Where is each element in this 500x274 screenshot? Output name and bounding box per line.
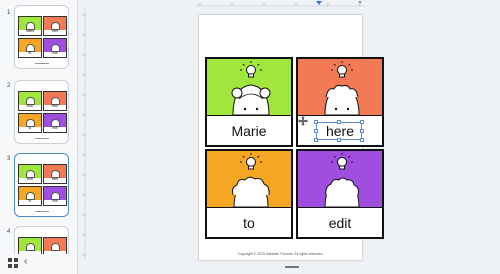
lightbulb-curly-hair-illustration	[232, 153, 270, 207]
grid-view-icon[interactable]	[8, 258, 18, 268]
thumb-card: to	[18, 38, 42, 58]
card-word[interactable]: here	[298, 116, 382, 145]
lightbulb-icon	[331, 61, 353, 78]
chevron-left-icon[interactable]: ‹	[24, 256, 27, 268]
thumb-card: click	[18, 91, 42, 111]
thumbnail-preview[interactable]	[14, 226, 69, 254]
page-number: 2	[7, 83, 11, 89]
thumb-footer-line	[35, 211, 49, 212]
thumb-card: to	[18, 113, 42, 133]
page-thumbnail-3[interactable]: 3 click here to edit	[0, 153, 78, 221]
page-number: 1	[7, 10, 11, 16]
thumbnail-preview[interactable]: click here to edit	[14, 80, 69, 144]
lightbulb-girl-illustration	[231, 61, 271, 115]
thumb-footer-line	[35, 63, 49, 64]
indent-marker-icon[interactable]	[316, 1, 322, 5]
thumb-card: to	[18, 186, 42, 206]
flashcard[interactable]: Marie	[205, 57, 293, 147]
page-thumbnail-sidebar: 1 Marie here to edit 2 click here to edi…	[0, 0, 78, 274]
lightbulb-icon	[240, 153, 262, 170]
card-word[interactable]: to	[207, 208, 291, 237]
card-word-area[interactable]: edit	[298, 207, 382, 237]
thumb-card	[43, 237, 67, 254]
flashcard[interactable]: to	[205, 149, 293, 239]
thumb-card: edit	[43, 113, 67, 133]
thumb-card: edit	[43, 38, 67, 58]
card-word-area[interactable]: here	[298, 115, 382, 145]
thumb-card: here	[43, 164, 67, 184]
flashcard[interactable]: here	[296, 57, 384, 147]
sidebar-controls: ‹	[0, 254, 78, 274]
thumb-card: here	[43, 16, 67, 36]
flashcard[interactable]: edit	[296, 149, 384, 239]
thumb-card	[18, 237, 42, 254]
page-thumbnail-4[interactable]: 4	[0, 226, 78, 254]
card-word[interactable]: edit	[298, 208, 382, 237]
page-indicator	[285, 266, 299, 268]
thumb-card: edit	[43, 186, 67, 206]
lightbulb-icon	[240, 61, 262, 78]
thumb-card: click	[18, 164, 42, 184]
page-thumbnail-2[interactable]: 2 click here to edit	[0, 80, 78, 148]
thumbnail-preview-selected[interactable]: click here to edit	[14, 153, 69, 217]
lightbulb-curly-boy-illustration	[324, 153, 360, 207]
thumb-footer-line	[35, 138, 49, 139]
page-number: 4	[7, 229, 11, 235]
document-page[interactable]: Marie here to edit Copyright © 2023 Adel…	[198, 14, 384, 261]
vertical-ruler[interactable]	[80, 7, 86, 259]
thumb-card: here	[43, 91, 67, 111]
thumb-card: Marie	[18, 16, 42, 36]
tab-stop-icon[interactable]	[358, 1, 362, 4]
copyright-footer: Copyright © 2023 Adelaide Furlowe. All r…	[237, 252, 324, 256]
page-thumbnail-1[interactable]: 1 Marie here to edit	[0, 5, 78, 73]
thumbnail-preview[interactable]: Marie here to edit	[14, 5, 69, 69]
horizontal-ruler[interactable]	[196, 0, 364, 7]
lightbulb-boy-illustration	[324, 61, 360, 115]
card-word-area[interactable]: Marie	[207, 115, 291, 145]
lightbulb-icon	[331, 153, 353, 170]
card-word-area[interactable]: to	[207, 207, 291, 237]
page-number: 3	[7, 156, 11, 162]
card-word[interactable]: Marie	[207, 116, 291, 145]
